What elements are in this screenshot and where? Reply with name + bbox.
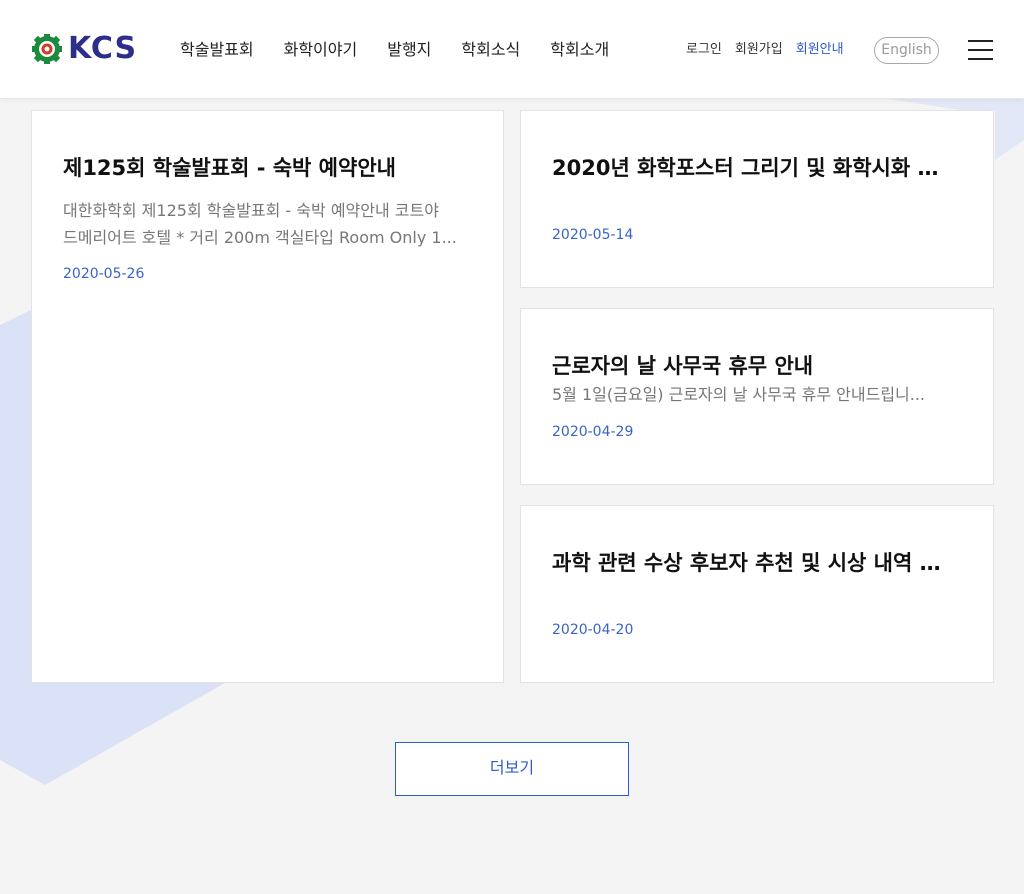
- nav-item-society-intro[interactable]: 학회소개: [550, 38, 609, 62]
- load-more-button[interactable]: 더보기: [395, 742, 629, 796]
- member-guide-link[interactable]: 회원안내: [796, 40, 844, 60]
- nav-item-chemistry-story[interactable]: 화학이야기: [284, 38, 358, 62]
- signup-link[interactable]: 회원가입: [735, 40, 783, 60]
- news-card[interactable]: 2020년 화학포스터 그리기 및 화학시화 대... 2020-05-14: [520, 110, 994, 288]
- nav-item-publications[interactable]: 발행지: [387, 38, 431, 62]
- kcs-logo[interactable]: KCS: [32, 33, 137, 65]
- news-card-title: 근로자의 날 사무국 휴무 안내: [552, 354, 814, 378]
- news-card-description-line: 대한화학회 제125회 학술발표회 - 숙박 예약안내 코트야: [63, 201, 439, 220]
- news-card-title: 제125회 학술발표회 - 숙박 예약안내: [63, 156, 396, 180]
- login-link[interactable]: 로그인: [686, 40, 722, 60]
- news-card-date: 2020-05-26: [63, 266, 145, 282]
- kcs-emblem-icon: [32, 34, 62, 64]
- news-card-date: 2020-05-14: [552, 227, 634, 243]
- main-nav: 학술발표회 화학이야기 발행지 학회소식 학회소개: [180, 38, 639, 62]
- news-card-description: 대한화학회 제125회 학술발표회 - 숙박 예약안내 코트야 드메리어트 호텔…: [63, 197, 473, 251]
- news-card-date: 2020-04-20: [552, 622, 634, 638]
- logo-text: KCS: [68, 31, 138, 66]
- news-card-description-line: 드메리어트 호텔 * 거리 200m 객실타입 Room Only 1...: [63, 228, 457, 247]
- news-card[interactable]: 과학 관련 수상 후보자 추천 및 시상 내역 안내 2020-04-20: [520, 505, 994, 683]
- news-card-date: 2020-04-29: [552, 424, 634, 440]
- news-card-title: 2020년 화학포스터 그리기 및 화학시화 대...: [552, 156, 952, 180]
- news-card-description: 5월 1일(금요일) 근로자의 날 사무국 휴무 안내드립니...: [552, 385, 926, 404]
- hamburger-menu-icon[interactable]: [968, 38, 994, 62]
- nav-item-society-news[interactable]: 학회소식: [461, 38, 520, 62]
- news-card-title: 과학 관련 수상 후보자 추천 및 시상 내역 안내: [552, 551, 952, 575]
- nav-item-academic-conference[interactable]: 학술발표회: [180, 38, 254, 62]
- news-card[interactable]: 근로자의 날 사무국 휴무 안내 5월 1일(금요일) 근로자의 날 사무국 휴…: [520, 308, 994, 485]
- news-card-featured[interactable]: 제125회 학술발표회 - 숙박 예약안내 대한화학회 제125회 학술발표회 …: [31, 110, 504, 683]
- english-button[interactable]: English: [874, 37, 939, 64]
- util-links: 로그인 회원가입 회원안내: [686, 40, 857, 60]
- site-header: KCS 학술발표회 화학이야기 발행지 학회소식 학회소개 로그인 회원가입 회…: [0, 0, 1024, 99]
